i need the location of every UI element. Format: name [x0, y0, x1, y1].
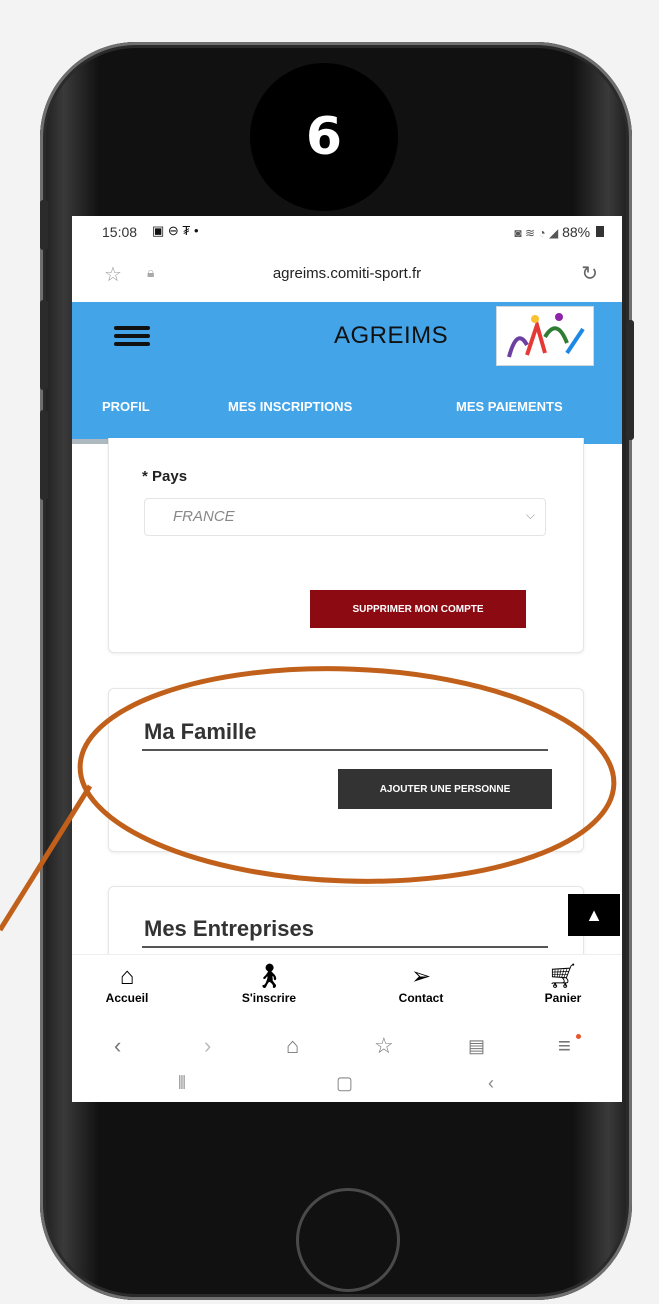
status-bar: 15:08 ▣ ⊖ ₮ • ◙ ≋ ◔ ◢ 88%	[72, 216, 622, 248]
recent-apps-icon[interactable]: ⦀	[178, 1073, 186, 1094]
phone-side-button	[40, 200, 48, 250]
system-back-icon[interactable]: ‹	[488, 1073, 494, 1094]
tab-mes-inscriptions[interactable]: MES INSCRIPTIONS	[228, 399, 352, 414]
scroll-to-top-button[interactable]: ▲	[568, 894, 620, 936]
app-header: AGREIMS	[72, 302, 622, 369]
send-icon: ➢	[410, 963, 432, 990]
nav-sinscrire[interactable]: 🚶︎ S'inscrire	[224, 963, 314, 1005]
menu-icon[interactable]	[114, 326, 150, 346]
phone-volume-down	[40, 410, 48, 500]
tabs-icon[interactable]: ▤	[468, 1036, 485, 1057]
battery-level: 88%	[562, 224, 591, 240]
bottom-navigation: ⌂ Accueil 🚶︎ S'inscrire ➢ Contact 🛒︎ Pan…	[72, 954, 622, 1029]
bookmarks-icon[interactable]: ☆	[374, 1033, 394, 1059]
system-home-icon[interactable]: ▢	[336, 1073, 353, 1094]
nav-contact[interactable]: ➢ Contact	[376, 963, 466, 1005]
system-navigation: ⦀ ▢ ‹	[72, 1068, 622, 1102]
signal-icons: ◙ ≋ ◔ ◢	[514, 226, 559, 240]
address-bar[interactable]: ☆ 🔒︎ agreims.comiti-sport.fr ↻	[72, 248, 622, 302]
url-text[interactable]: agreims.comiti-sport.fr	[72, 265, 622, 282]
phone-volume-up	[40, 300, 48, 390]
walk-icon: 🚶︎	[253, 963, 285, 990]
tab-profil[interactable]: PROFIL	[102, 399, 150, 414]
profile-tabs: PROFIL MES INSCRIPTIONS MES PAIEMENTS	[72, 369, 622, 444]
family-title-underline	[142, 749, 548, 751]
phone-home-button[interactable]	[296, 1188, 400, 1292]
nav-accueil[interactable]: ⌂ Accueil	[82, 963, 172, 1005]
notification-icons: ▣ ⊖ ₮ •	[152, 223, 199, 238]
add-person-button[interactable]: AJOUTER UNE PERSONNE	[338, 769, 552, 809]
status-time: 15:08	[102, 224, 138, 240]
menu-notification-dot	[576, 1034, 581, 1039]
companies-title: Mes Entreprises	[144, 916, 314, 941]
browser-home-icon[interactable]: ⌂	[286, 1033, 299, 1059]
app-title: AGREIMS	[334, 322, 449, 349]
cart-icon: 🛒︎	[547, 963, 579, 990]
battery-icon	[596, 226, 604, 237]
family-title: Ma Famille	[144, 719, 257, 744]
reload-icon[interactable]: ↻	[581, 261, 598, 286]
nav-panier[interactable]: 🛒︎ Panier	[518, 963, 608, 1005]
delete-account-button[interactable]: SUPPRIMER MON COMPTE	[310, 590, 526, 628]
chevron-down-icon: ⌵	[525, 508, 535, 522]
companies-title-underline	[142, 946, 548, 948]
tab-mes-paiements[interactable]: MES PAIEMENTS	[456, 399, 563, 414]
phone-screen: 15:08 ▣ ⊖ ₮ • ◙ ≋ ◔ ◢ 88% ☆ 🔒︎ agreims.c…	[72, 216, 622, 1102]
club-logo	[496, 306, 594, 366]
home-icon: ⌂	[119, 963, 135, 990]
phone-power-button	[626, 320, 634, 440]
step-number-badge: 6	[250, 63, 398, 211]
forward-icon[interactable]: ›	[204, 1033, 211, 1059]
country-select[interactable]: FRANCE ⌵	[144, 498, 546, 536]
browser-menu-icon[interactable]: ≡	[558, 1033, 571, 1059]
browser-toolbar: ‹ › ⌂ ☆ ▤ ≡	[72, 1028, 622, 1068]
country-value: FRANCE	[173, 508, 235, 525]
country-label: * Pays	[142, 468, 188, 485]
back-icon[interactable]: ‹	[114, 1033, 121, 1059]
